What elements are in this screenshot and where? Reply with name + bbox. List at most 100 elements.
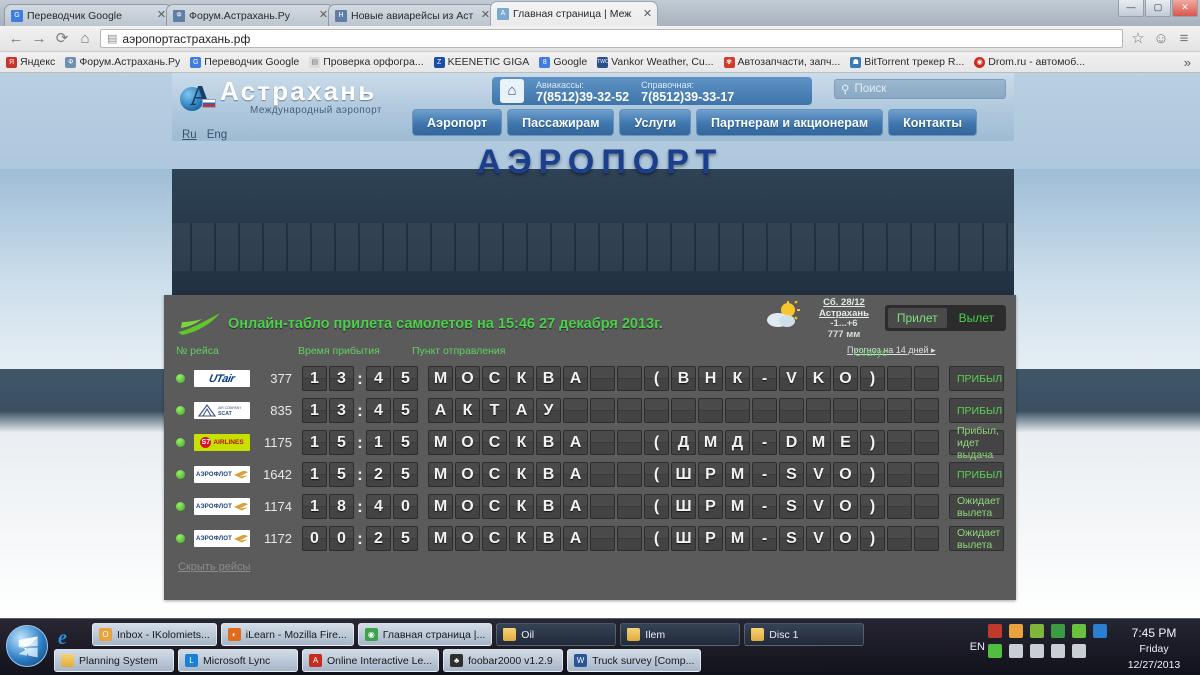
flap-cell xyxy=(617,526,642,551)
taskbar-item-row2-3[interactable]: ♣ foobar2000 v1.2.9 xyxy=(443,649,564,672)
windows-taskbar: e O Inbox - IKolomiets... ◐ iLearn - Mozill… xyxy=(0,618,1200,675)
flight-row[interactable]: S7 AIRLINES 1175 1 5:1 5 М О С К В А(Д М Д - D M E) Прибыл… xyxy=(176,425,1004,461)
flight-row[interactable]: АЭРОФЛОТ 1642 1 5:2 5 М О С К В А(Ш Р М - S V O) ПРИБЫЛ xyxy=(176,459,1004,490)
network-icon[interactable] xyxy=(1051,644,1065,658)
outlook-tray-icon[interactable] xyxy=(1009,624,1023,638)
bookmarks-bar: Я Яндекс Ф Форум.Астрахань.Ру G Переводч… xyxy=(0,52,1200,73)
flap-cell: М xyxy=(428,366,453,391)
display-icon[interactable] xyxy=(1009,644,1023,658)
forward-icon[interactable]: → xyxy=(31,30,47,47)
address-bar[interactable]: ▤ аэропортастрахань.рф xyxy=(100,29,1123,48)
volume-icon[interactable] xyxy=(1072,644,1086,658)
taskbar-item-label: Oil xyxy=(521,628,535,641)
airport-icon: A xyxy=(497,8,509,20)
bookmark-autoparts[interactable]: ✾ Автозапчасти, запч... xyxy=(723,56,841,68)
browser-tab-2[interactable]: Ф Форум.Астрахань.Ру ✕ xyxy=(166,4,334,26)
bookmark-star-icon[interactable]: ☆ xyxy=(1130,30,1146,47)
home-icon[interactable]: ⌂ xyxy=(500,79,524,103)
board-column-headers: № рейса Время прибытия Пункт отправления… xyxy=(164,345,1016,363)
bookmark-keenetic[interactable]: Z KEENETIC GIGA xyxy=(433,56,529,68)
flight-row[interactable]: UTair 377 1 3:4 5 М О С К В А(В Н К - V K O) ПРИБЫЛ xyxy=(176,363,1004,394)
bookmark-translate[interactable]: G Переводчик Google xyxy=(190,56,299,68)
weather-widget[interactable]: Сб. 28/12 Астрахань -1...+6 777 мм xyxy=(766,297,884,340)
taskbar-item-row2-2[interactable]: A Online Interactive Le... xyxy=(302,649,440,672)
hourglass-icon[interactable] xyxy=(988,624,1002,638)
tab-departures[interactable]: Вылет xyxy=(950,308,1003,328)
taskbar-item-row2-4[interactable]: W Truck survey [Comp... xyxy=(567,649,702,672)
battery-icon[interactable] xyxy=(1072,624,1086,638)
shield-icon[interactable] xyxy=(1051,624,1065,638)
bookmarks-overflow-button[interactable]: » xyxy=(1184,55,1194,70)
minimize-button[interactable]: — xyxy=(1118,0,1144,17)
taskbar-item-row2-0[interactable]: Planning System xyxy=(54,649,174,672)
bluetooth-icon[interactable] xyxy=(1093,624,1107,638)
home-icon[interactable]: ⌂ xyxy=(77,30,93,47)
bookmark-bittorrent[interactable]: ☗ BitTorrent трекер R... xyxy=(850,56,964,68)
bookmark-spellcheck[interactable]: ▤ Проверка орфогра... xyxy=(309,56,424,68)
lang-eng[interactable]: Eng xyxy=(207,129,227,141)
taskbar-item-row1-4[interactable]: Ilem xyxy=(620,623,741,646)
close-icon[interactable]: ✕ xyxy=(642,8,653,20)
origin-display: М О С К В А(Ш Р М - S V O) xyxy=(428,462,939,487)
flap-cell xyxy=(887,462,912,487)
nav-item-airport[interactable]: Аэропорт xyxy=(412,109,503,136)
logo-subtitle: Международный аэропорт xyxy=(250,105,382,116)
browser-tab-4-active[interactable]: A Главная страница | Меж ✕ xyxy=(490,1,658,26)
skype-icon[interactable] xyxy=(988,644,1002,658)
bookmark-forum[interactable]: Ф Форум.Астрахань.Ру xyxy=(65,56,180,68)
flap-cell: M xyxy=(806,430,831,455)
browser-tab-1[interactable]: G Переводчик Google ✕ xyxy=(4,4,172,26)
bookmark-google[interactable]: 8 Google xyxy=(539,56,587,68)
flight-row[interactable]: АЭРОФЛОТ 1172 0 0:2 5 М О С К В А(Ш Р М - S V O) Ожидает … xyxy=(176,523,1004,554)
browser-tab-3[interactable]: Н Новые авиарейсы из Аст ✕ xyxy=(328,4,496,26)
time-separator: : xyxy=(357,368,363,388)
taskbar-item-row1-1[interactable]: ◐ iLearn - Mozilla Fire... xyxy=(220,623,354,646)
taskbar-clock[interactable]: 7:45 PM Friday 12/27/2013 xyxy=(1114,625,1194,673)
toolbar-right-icons: ☆ ☺ ≡ xyxy=(1130,30,1192,47)
ie-icon[interactable]: e xyxy=(58,627,80,649)
user-icon[interactable]: ☺ xyxy=(1153,30,1169,47)
arrival-time: 00:25 xyxy=(302,526,418,551)
back-icon[interactable]: ← xyxy=(8,30,24,47)
lang-ru[interactable]: Ru xyxy=(182,129,197,141)
tab-arrivals[interactable]: Прилет xyxy=(887,308,947,328)
status-indicator-dot xyxy=(176,374,185,383)
sync-icon[interactable] xyxy=(1030,624,1044,638)
url-text: аэропортастрахань.рф xyxy=(122,31,251,46)
clock-date: 12/27/2013 xyxy=(1127,659,1181,671)
tray-language-indicator[interactable]: EN xyxy=(970,641,985,653)
bookmark-drom[interactable]: ◉ Drom.ru - автомоб... xyxy=(974,56,1085,68)
taskbar-item-row1-0[interactable]: O Inbox - IKolomiets... xyxy=(92,623,217,646)
flap-cell: 1 xyxy=(366,430,391,455)
arrival-time: 15:25 xyxy=(302,462,418,487)
flap-cell: М xyxy=(725,494,750,519)
flight-row[interactable]: АЭРОФЛОТ 1174 1 8:4 0 М О С К В А(Ш Р М - S V O) Ожидает … xyxy=(176,491,1004,522)
nav-item-passengers[interactable]: Пассажирам xyxy=(507,109,615,136)
taskbar-item-row1-5[interactable]: Disc 1 xyxy=(744,623,865,646)
taskbar-item-row1-3[interactable]: Oil xyxy=(496,623,617,646)
site-logo[interactable]: A Астрахань Международный аэропорт xyxy=(180,77,382,117)
clipboard-icon[interactable] xyxy=(1030,644,1044,658)
forum-icon: Ф xyxy=(173,9,185,22)
flap-cell xyxy=(833,398,858,423)
taskbar-item-row2-1[interactable]: L Microsoft Lync xyxy=(178,649,298,672)
flap-cell: 0 xyxy=(329,526,354,551)
flap-cell: К xyxy=(509,494,534,519)
start-orb-icon[interactable] xyxy=(6,625,48,667)
hide-flights-link[interactable]: Скрыть рейсы xyxy=(164,555,1016,573)
nav-item-contacts[interactable]: Контакты xyxy=(888,109,978,136)
nav-item-partners[interactable]: Партнерам и акционерам xyxy=(696,109,884,136)
flight-row[interactable]: AIR COMPANY SCAT 835 1 3:4 5 А К Т А У ПРИБЫЛ xyxy=(176,395,1004,426)
menu-icon[interactable]: ≡ xyxy=(1176,30,1192,47)
bookmark-yandex[interactable]: Я Яндекс xyxy=(6,56,55,68)
reload-icon[interactable]: ⟳ xyxy=(54,30,70,47)
foobar-icon: ♣ xyxy=(450,654,464,667)
bookmark-weather[interactable]: TWC Vankor Weather, Cu... xyxy=(597,56,714,68)
nav-item-services[interactable]: Услуги xyxy=(619,109,692,136)
close-window-button[interactable]: ✕ xyxy=(1172,0,1198,17)
maximize-button[interactable]: ▢ xyxy=(1145,0,1171,17)
flap-cell: А xyxy=(563,462,588,487)
site-search-input[interactable]: ⚲ Поиск xyxy=(834,79,1006,99)
taskbar-item-row1-2[interactable]: ◉ Главная страница |... xyxy=(357,623,493,646)
bookmark-label: Автозапчасти, запч... xyxy=(737,56,841,68)
